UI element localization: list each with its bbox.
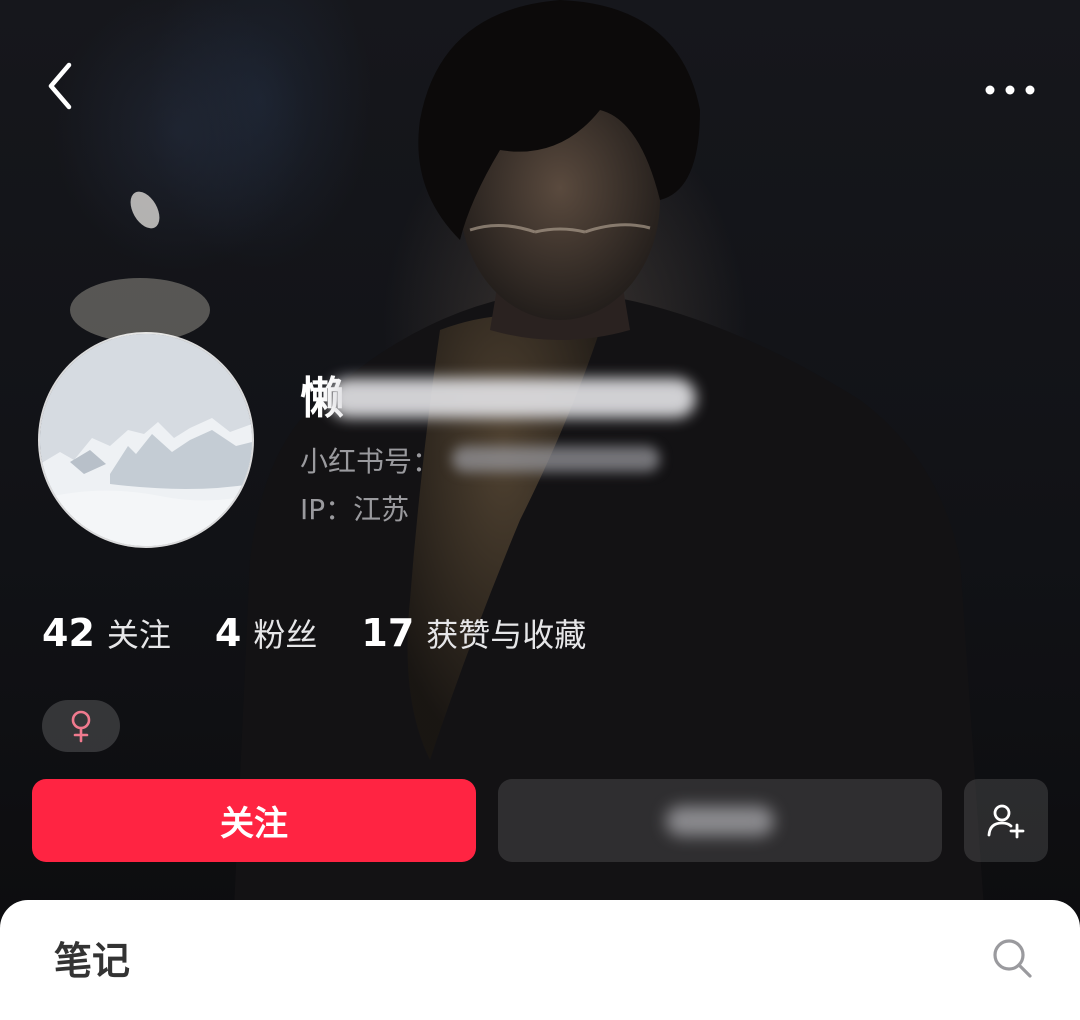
gender-badge	[42, 700, 120, 752]
stat-value: 4	[214, 611, 242, 655]
redacted-button-label	[666, 805, 774, 836]
more-button[interactable]	[970, 66, 1050, 114]
redacted-user-id	[452, 446, 660, 472]
stat-value: 42	[42, 611, 95, 655]
more-dots-icon	[985, 85, 1035, 95]
avatar[interactable]	[40, 334, 252, 546]
add-friend-icon	[987, 804, 1025, 838]
back-button[interactable]	[32, 54, 88, 118]
content-sheet	[0, 900, 1080, 1020]
message-button[interactable]	[498, 779, 942, 862]
stat-label: 获赞与收藏	[426, 616, 587, 654]
stat-value: 17	[361, 611, 415, 655]
ip-label: IP：	[300, 493, 354, 526]
follow-button[interactable]: 关注	[32, 779, 476, 862]
chevron-left-icon	[48, 62, 72, 110]
ip-location: IP：江苏	[300, 488, 409, 528]
profile-stats: 42 关注 4 粉丝 17 获赞与收藏	[42, 610, 630, 656]
ip-value: 江苏	[353, 493, 410, 526]
tab-notes[interactable]: 笔记	[54, 930, 130, 985]
search-icon	[993, 939, 1032, 978]
stat-label: 粉丝	[253, 616, 318, 654]
stat-label: 关注	[106, 616, 171, 654]
add-friend-button[interactable]	[964, 779, 1048, 862]
stat-following[interactable]: 42 关注	[42, 610, 171, 656]
redacted-nickname	[328, 378, 696, 418]
snowy-mountain-avatar	[40, 334, 252, 546]
user-id-label: 小红书号：	[300, 445, 441, 478]
search-button[interactable]	[984, 930, 1040, 986]
female-icon	[71, 710, 91, 743]
stat-likes-collects[interactable]: 17 获赞与收藏	[361, 610, 586, 656]
stat-followers[interactable]: 4 粉丝	[215, 610, 317, 656]
